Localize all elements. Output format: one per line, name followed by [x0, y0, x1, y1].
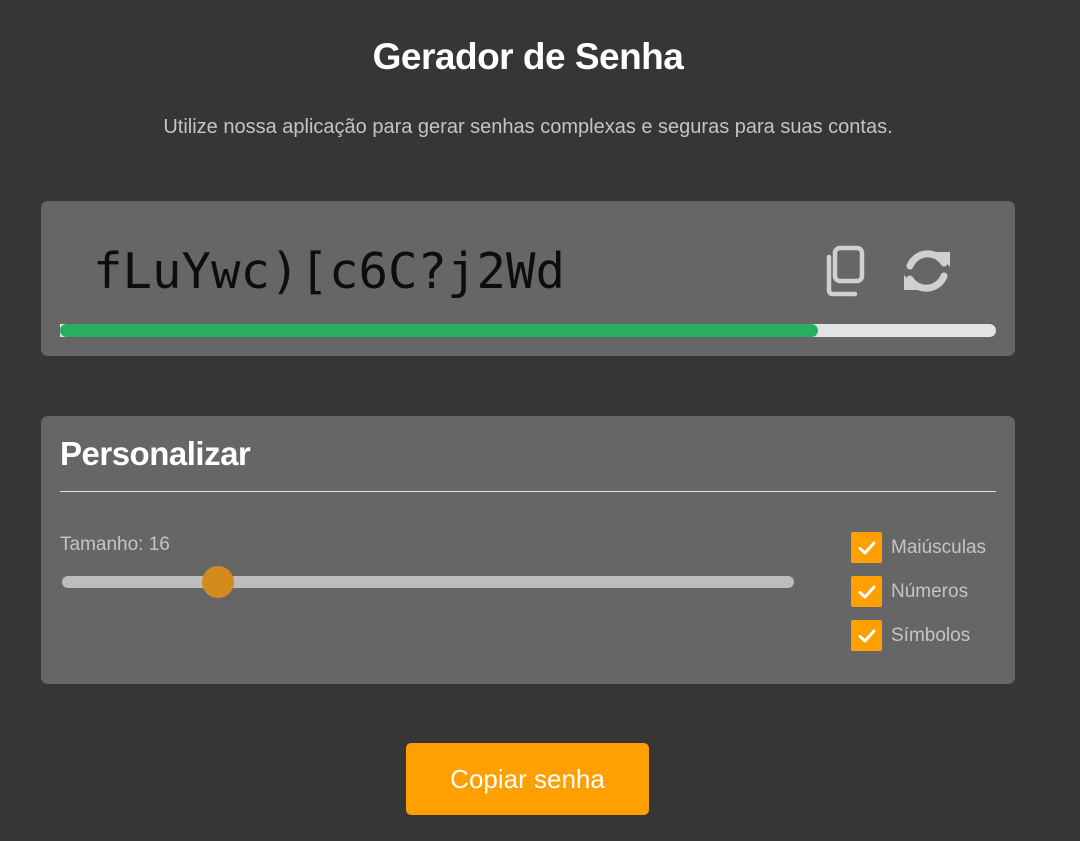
options-list: Maiúsculas Números Símbolos [851, 532, 986, 664]
uppercase-checkbox[interactable] [851, 532, 882, 563]
page-subtitle: Utilize nossa aplicação para gerar senha… [163, 116, 893, 138]
numbers-label: Números [891, 580, 969, 602]
password-display: fLuYwc)[c6C?j2Wd [93, 243, 566, 300]
customize-divider [60, 491, 996, 492]
option-uppercase[interactable]: Maiúsculas [851, 532, 986, 563]
copy-password-button[interactable] [817, 243, 873, 299]
size-label: Tamanho: 16 [60, 534, 170, 555]
symbols-label: Símbolos [891, 624, 971, 646]
refresh-icon [904, 250, 950, 292]
regenerate-password-button[interactable] [899, 243, 955, 299]
size-slider-thumb[interactable] [202, 566, 234, 598]
customize-title: Personalizar [60, 435, 251, 472]
password-strength-bar [60, 324, 996, 337]
uppercase-label: Maiúsculas [891, 536, 987, 558]
customize-card: Personalizar Tamanho: 16 Maiúsculas Núme… [41, 416, 1015, 684]
copy-icon [826, 245, 865, 297]
password-generator-page: Gerador de Senha Utilize nossa aplicação… [0, 0, 1080, 841]
page-title: Gerador de Senha [372, 36, 684, 77]
option-symbols[interactable]: Símbolos [851, 620, 986, 651]
check-icon [858, 629, 875, 642]
copy-password-main-button[interactable]: Copiar senha [406, 743, 649, 815]
numbers-checkbox[interactable] [851, 576, 882, 607]
password-card: fLuYwc)[c6C?j2Wd [41, 201, 1015, 356]
symbols-checkbox[interactable] [851, 620, 882, 651]
check-icon [858, 541, 875, 554]
password-strength-fill [60, 324, 819, 337]
size-slider-track[interactable] [62, 576, 794, 588]
option-numbers[interactable]: Números [851, 576, 986, 607]
check-icon [858, 585, 875, 598]
